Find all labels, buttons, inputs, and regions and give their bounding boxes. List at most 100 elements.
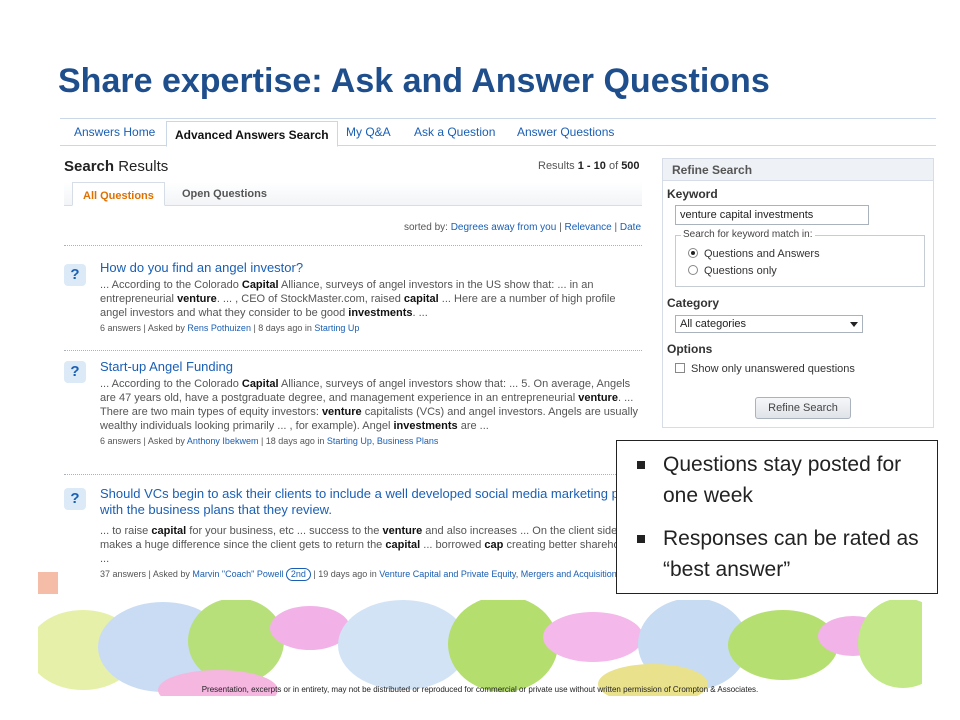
sort-relevance-link[interactable]: Relevance [564, 222, 611, 233]
answer-count: 6 answers [100, 323, 142, 333]
divider [64, 350, 642, 351]
sort-degrees-link[interactable]: Degrees away from you [451, 222, 557, 233]
callout-bullet-text: Questions stay posted for one week [663, 453, 902, 507]
question-result: Should VCs begin to ask their clients to… [100, 486, 644, 581]
tab-advanced-answers-search[interactable]: Advanced Answers Search [166, 121, 338, 147]
callout-box: Questions stay posted for one week Respo… [616, 440, 938, 594]
connection-degree-badge: 2nd [285, 568, 311, 581]
category-link[interactable]: Mergers and Acquisitions [521, 569, 622, 579]
keyword-highlight: investments [393, 420, 458, 432]
category-select[interactable]: All categories [675, 315, 863, 333]
unanswered-checkbox[interactable] [675, 363, 685, 373]
question-snippet: ... According to the Colorado Capital Al… [100, 279, 616, 319]
question-title-link[interactable]: Start-up Angel Funding [100, 359, 644, 375]
tab-answer-questions[interactable]: Answer Questions [517, 125, 614, 139]
tab-answers-home[interactable]: Answers Home [74, 125, 155, 139]
keyword-highlight: capital [385, 539, 421, 551]
asked-by-label: | Asked by [146, 569, 193, 579]
author-link[interactable]: Marvin "Coach" Powell [192, 569, 283, 579]
category-link[interactable]: Venture Capital and Private Equity [379, 569, 515, 579]
results-count: Results 1 - 10 of 500 [538, 160, 640, 172]
keyword-highlight: venture [321, 406, 362, 418]
asked-time: | 18 days ago in [258, 436, 327, 446]
unanswered-label: Show only unanswered questions [691, 363, 855, 375]
category-link[interactable]: Starting Up [327, 436, 372, 446]
sort-label: sorted by: [404, 222, 451, 233]
unanswered-only-option[interactable]: Show only unanswered questions [675, 363, 855, 375]
results-heading-rest: Results [114, 158, 169, 175]
subtab-open-questions[interactable]: Open Questions [182, 188, 267, 200]
bullet-square-icon [637, 535, 645, 543]
category-label: Category [667, 296, 720, 310]
refine-search-heading: Refine Search [663, 159, 933, 181]
asked-by-label: | Asked by [141, 436, 187, 446]
question-meta: 37 answers | Asked by Marvin "Coach" Pow… [100, 568, 622, 581]
category-link[interactable]: Starting Up [314, 323, 359, 333]
results-count-prefix: Results [538, 160, 578, 172]
asked-time: | 19 days ago in [310, 569, 380, 579]
refine-search-panel: Refine Search Keyword Search for keyword… [662, 158, 934, 428]
asked-by-label: | Asked by [141, 323, 188, 333]
question-meta: 6 answers | Asked by Rens Pothuizen | 8 … [100, 322, 644, 335]
keyword-highlight: venture [177, 293, 217, 305]
asked-time: | 8 days ago in [250, 323, 315, 333]
keyword-highlight: Capital [241, 378, 279, 390]
results-count-total: 500 [621, 160, 640, 172]
question-icon: ? [64, 361, 86, 383]
question-snippet: ... to raise capital for your business, … [100, 525, 638, 565]
radio-button[interactable] [688, 265, 698, 275]
author-link[interactable]: Rens Pothuizen [187, 323, 251, 333]
results-count-range: 1 - 10 [577, 160, 606, 172]
top-nav-tabs: Answers Home Advanced Answers Search My … [60, 118, 936, 147]
answer-count: 37 answers [100, 569, 147, 579]
results-heading-bold: Search [64, 158, 115, 175]
question-meta: 6 answers | Asked by Anthony Ibekwem | 1… [100, 436, 439, 446]
author-link[interactable]: Anthony Ibekwem [187, 436, 259, 446]
keyword-highlight: cap [484, 539, 504, 551]
divider [64, 245, 642, 246]
tab-my-qa[interactable]: My Q&A [346, 125, 391, 139]
keyword-match-fieldset: Search for keyword match in: Questions a… [675, 229, 925, 287]
sort-by: sorted by: Degrees away from you | Relev… [404, 222, 642, 233]
sort-date-link[interactable]: Date [620, 222, 641, 233]
keyword-input[interactable] [675, 205, 869, 225]
keyword-label: Keyword [667, 187, 718, 201]
question-snippet: ... According to the Colorado Capital Al… [100, 378, 639, 432]
category-select-value: All categories [680, 318, 747, 330]
keyword-highlight: Capital [241, 279, 279, 291]
chevron-down-icon [850, 322, 858, 327]
answer-count: 6 answers [100, 436, 142, 446]
keyword-highlight: investments [348, 307, 413, 319]
results-heading: Search Results [64, 158, 168, 175]
radio-label: Questions and Answers [704, 248, 820, 260]
radio-label: Questions only [704, 265, 777, 277]
results-count-of: of [605, 160, 622, 172]
radio-button[interactable] [688, 248, 698, 258]
options-label: Options [667, 342, 713, 356]
refine-search-button[interactable]: Refine Search [755, 397, 851, 419]
tab-ask-a-question[interactable]: Ask a Question [414, 125, 495, 139]
question-title-link[interactable]: How do you find an angel investor? [100, 260, 644, 276]
keyword-highlight: venture [382, 525, 423, 537]
keyword-match-legend: Search for keyword match in: [681, 229, 815, 240]
question-icon: ? [64, 488, 86, 510]
category-link[interactable]: Business Plans [377, 436, 439, 446]
divider [64, 474, 642, 475]
callout-bullet: Responses can be rated as “best answer” [629, 523, 929, 585]
bullet-square-icon [637, 461, 645, 469]
subtab-all-questions[interactable]: All Questions [72, 182, 165, 206]
question-title-link[interactable]: Should VCs begin to ask their clients to… [100, 486, 644, 518]
callout-bullet: Questions stay posted for one week [629, 449, 929, 511]
keyword-highlight: capital [151, 525, 187, 537]
callout-bullet-text: Responses can be rated as “best answer” [663, 527, 919, 581]
question-result: How do you find an angel investor? ... A… [100, 260, 644, 335]
radio-questions-and-answers[interactable]: Questions and Answers [688, 248, 820, 260]
slide-title: Share expertise: Ask and Answer Question… [58, 62, 770, 100]
slide-footer: Presentation, excerpts or in entirety, m… [201, 685, 759, 694]
keyword-highlight: venture [578, 392, 618, 404]
keyword-highlight: capital [403, 293, 439, 305]
question-icon: ? [64, 264, 86, 286]
radio-questions-only[interactable]: Questions only [688, 265, 777, 277]
question-result: Start-up Angel Funding ... According to … [100, 359, 644, 448]
results-subtabs: All Questions Open Questions [64, 182, 642, 206]
